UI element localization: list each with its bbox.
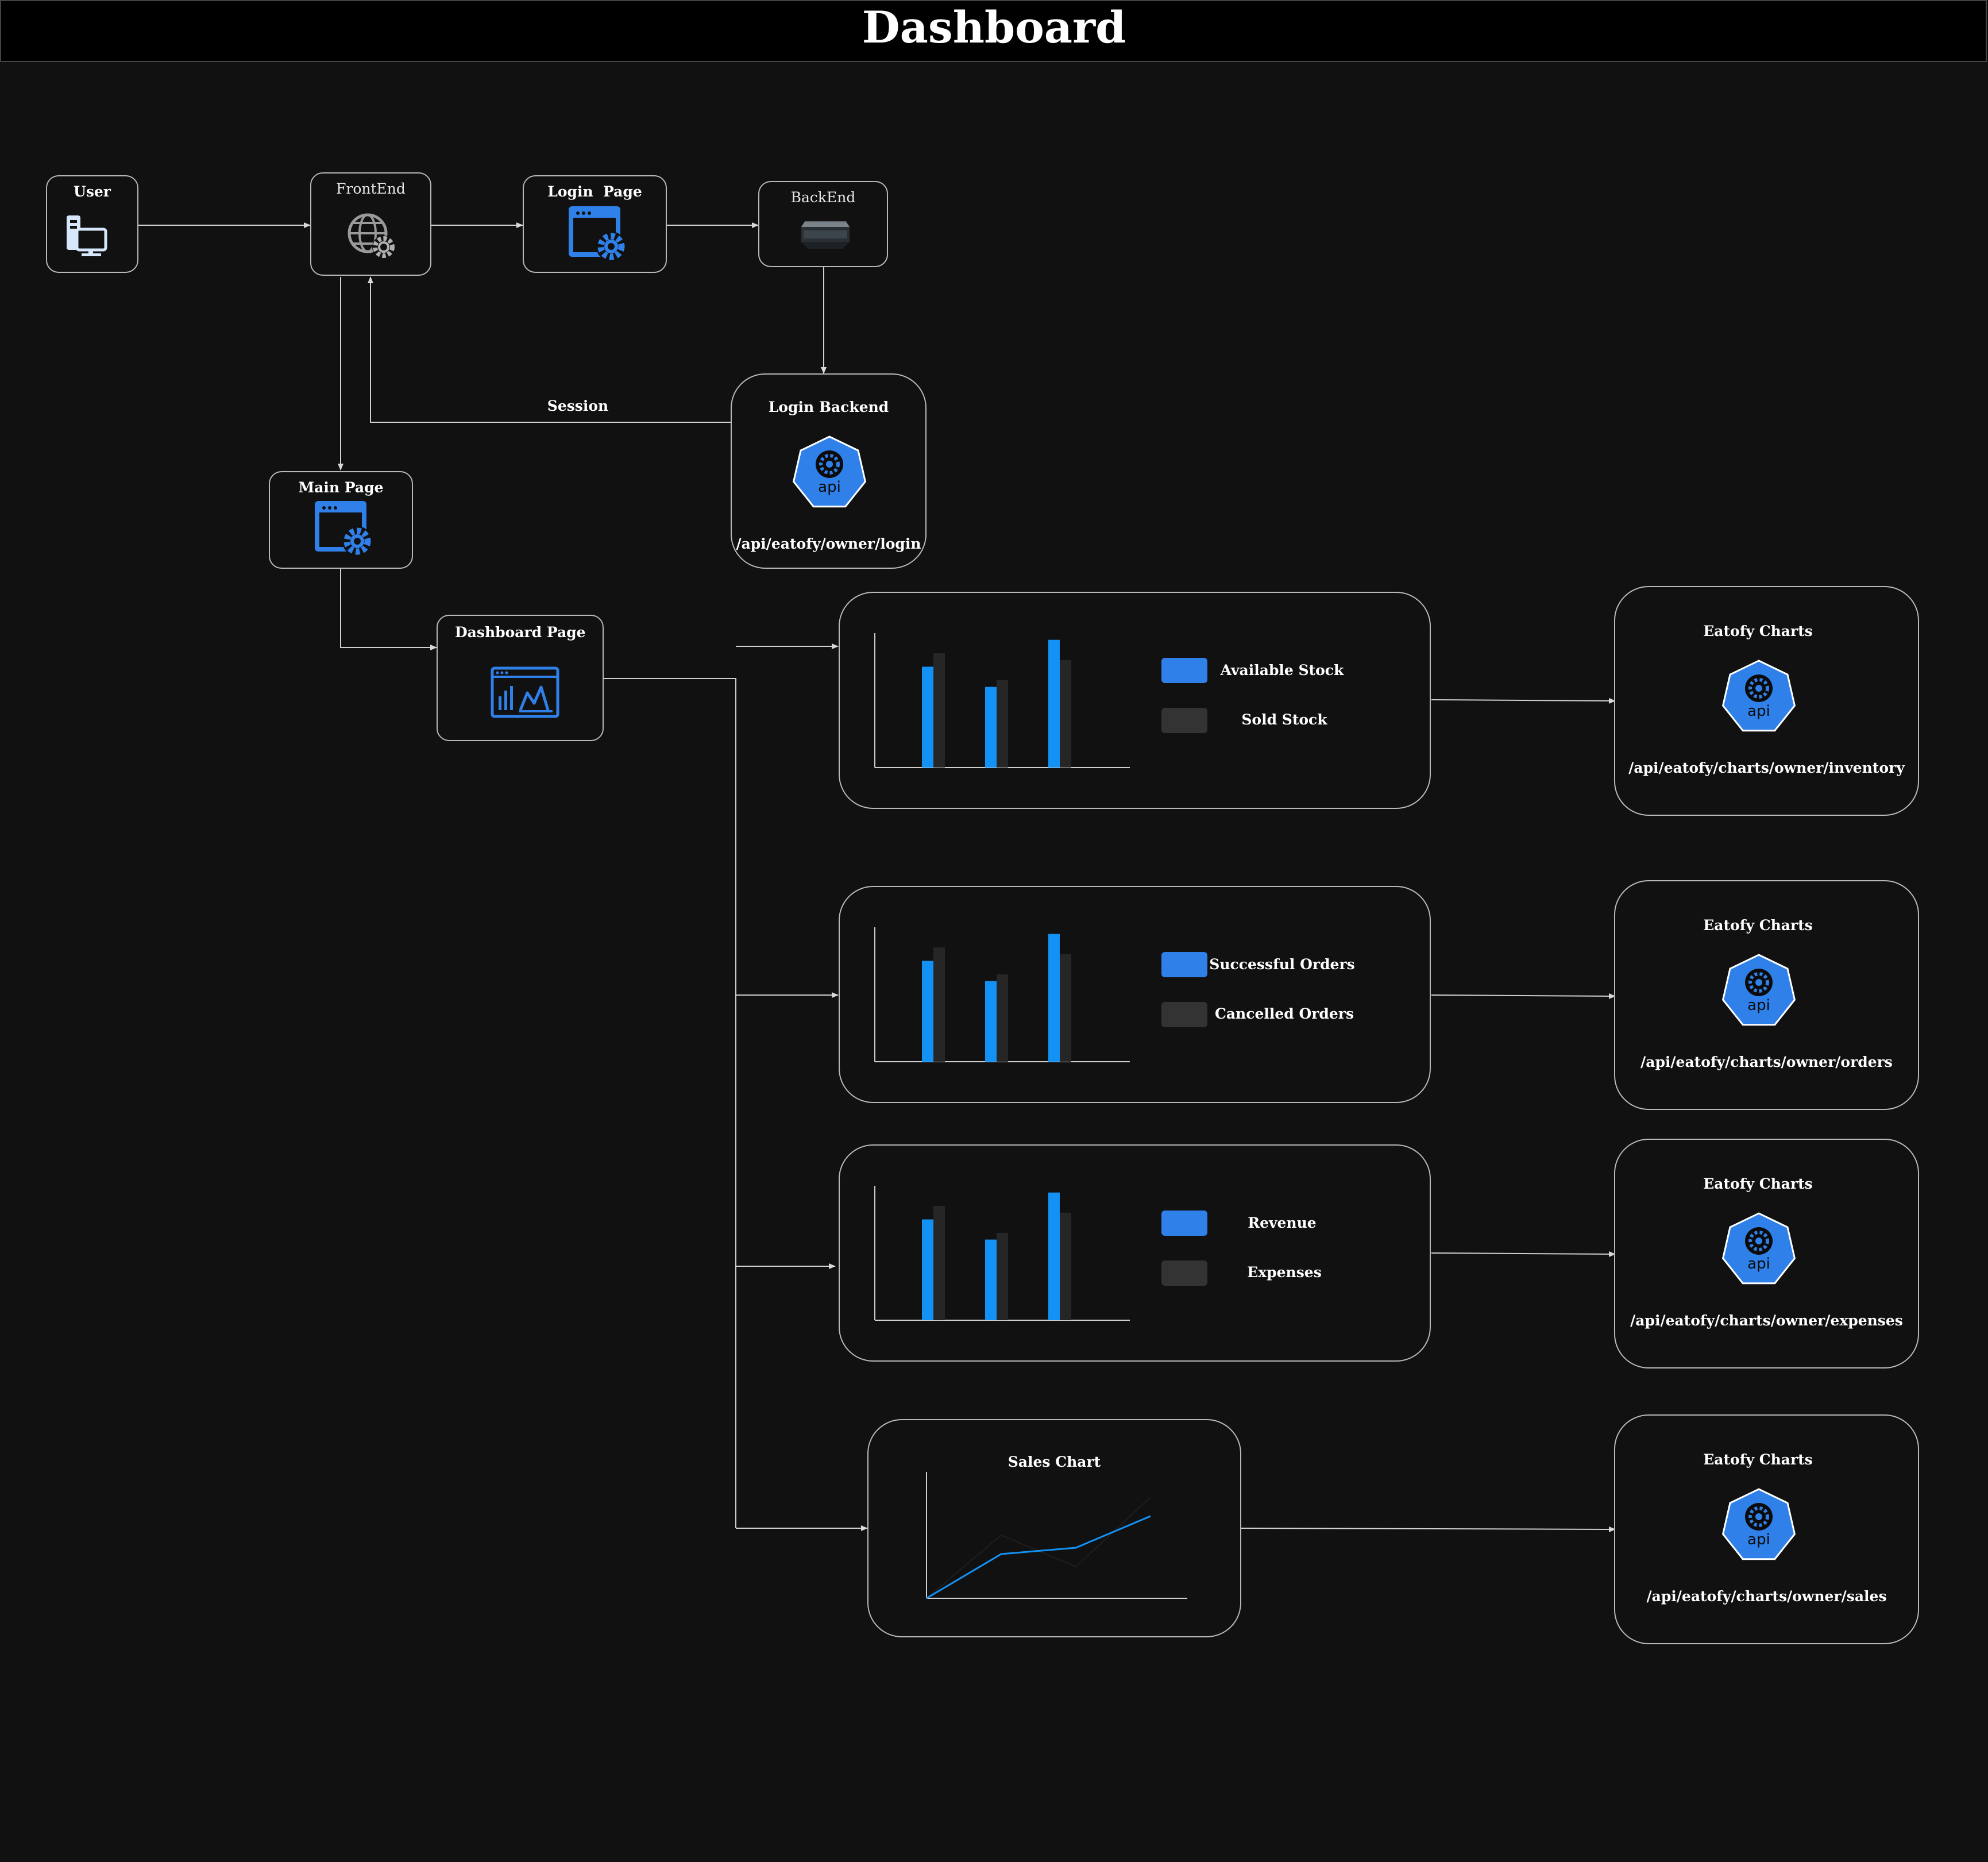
main-page-node[interactable]: Main Page <box>269 471 413 569</box>
legend-swatch-cancelled-orders <box>1161 1002 1207 1027</box>
bar-secondary-2 <box>1060 954 1071 1062</box>
api-node-expenses[interactable]: Eatofy Charts api /api/eatofy/charts/own… <box>1614 1139 1919 1368</box>
edge-label-session: Session <box>547 398 609 414</box>
legend-swatch-successful-orders <box>1161 952 1207 977</box>
expenses-bar-chart <box>874 1186 1130 1321</box>
legend-swatch-revenue <box>1161 1211 1207 1236</box>
main-page-label: Main Page <box>298 479 384 496</box>
api-icon-text: api <box>1747 997 1770 1014</box>
bar-secondary-2 <box>1060 660 1071 768</box>
diagram-canvas: Dashboard Session User FrontEnd Login Pa… <box>0 0 1988 1862</box>
api-gear-hub <box>1755 979 1762 986</box>
legend-swatch-sold-stock <box>1161 708 1207 733</box>
api-icon-text: api <box>1747 703 1770 720</box>
bar-primary-0 <box>922 961 933 1062</box>
bar-secondary-1 <box>997 1232 1008 1320</box>
inventory-bar-chart <box>874 633 1130 768</box>
globe-gear-icon <box>348 213 395 259</box>
api-icon: api <box>1721 954 1796 1026</box>
legend-swatch-expenses <box>1161 1260 1207 1286</box>
api-icon-text: api <box>818 479 841 496</box>
edge-chart2-api <box>1431 993 1616 999</box>
api-label-expenses: Eatofy Charts <box>1703 1175 1813 1192</box>
dashboard-page-label: Dashboard Page <box>455 624 586 641</box>
api-endpoint-inventory: /api/eatofy/charts/owner/inventory <box>1628 760 1905 776</box>
user-label: User <box>74 183 111 200</box>
bar-secondary-1 <box>997 680 1008 768</box>
window-gear-icon <box>569 206 626 261</box>
login-backend-node[interactable]: Login Backend api /api/eatofy/owner/logi… <box>731 373 927 569</box>
bar-primary-1 <box>985 1239 997 1320</box>
bar-primary-1 <box>985 981 997 1062</box>
api-gear-hub <box>1755 685 1762 692</box>
chart-panel-inventory[interactable]: Available Stock Sold Stock <box>839 592 1431 809</box>
api-endpoint-orders: /api/eatofy/charts/owner/orders <box>1640 1054 1893 1070</box>
bar-primary-2 <box>1048 934 1060 1062</box>
api-node-sales[interactable]: Eatofy Charts api /api/eatofy/charts/own… <box>1614 1414 1919 1644</box>
login-endpoint: /api/eatofy/owner/login <box>736 535 921 552</box>
backend-label: BackEnd <box>790 189 856 206</box>
chart-panel-expenses[interactable]: Revenue Expenses <box>839 1144 1431 1362</box>
backend-node[interactable]: BackEnd <box>758 181 888 267</box>
bar-primary-0 <box>922 666 933 768</box>
sales-line-chart <box>926 1472 1187 1599</box>
bar-secondary-1 <box>997 974 1008 1062</box>
login-backend-label: Login Backend <box>768 399 889 415</box>
window-gear-icon <box>315 501 372 556</box>
legend-label-successful-orders: Successful Orders <box>1209 956 1355 973</box>
api-node-orders[interactable]: Eatofy Charts api /api/eatofy/charts/own… <box>1614 880 1919 1110</box>
edge-chart3-api <box>1431 1251 1616 1257</box>
user-node[interactable]: User <box>46 175 138 273</box>
bar-secondary-2 <box>1060 1212 1071 1320</box>
login-page-node[interactable]: Login Page <box>523 175 667 273</box>
api-icon: api <box>1721 1212 1796 1285</box>
edge-sales-api <box>1240 1526 1616 1532</box>
line-series-1 <box>926 1497 1151 1599</box>
legend-label-sold-stock: Sold Stock <box>1241 711 1327 728</box>
api-gear-hub <box>1755 1238 1762 1244</box>
legend-label-available-stock: Available Stock <box>1220 662 1344 679</box>
bar-primary-2 <box>1048 639 1060 768</box>
legend-label-expenses: Expenses <box>1247 1264 1322 1281</box>
chart-panel-orders[interactable]: Successful Orders Cancelled Orders <box>839 886 1431 1103</box>
api-gear-hub <box>1755 1513 1762 1520</box>
legend-swatch-available-stock <box>1161 658 1207 683</box>
bar-primary-1 <box>985 687 997 768</box>
computer-user-icon <box>67 215 107 256</box>
edge-mainpage-dashboard <box>340 569 437 650</box>
legend-label-cancelled-orders: Cancelled Orders <box>1214 1005 1354 1022</box>
bar-primary-2 <box>1048 1192 1060 1320</box>
bar-secondary-0 <box>933 1206 945 1320</box>
api-icon-text: api <box>1747 1531 1770 1548</box>
api-endpoint-sales: /api/eatofy/charts/owner/sales <box>1646 1588 1887 1605</box>
login-page-label: Login Page <box>547 183 642 200</box>
api-label-inventory: Eatofy Charts <box>1703 623 1813 639</box>
bar-secondary-0 <box>933 947 945 1062</box>
api-node-inventory[interactable]: Eatofy Charts api /api/eatofy/charts/own… <box>1614 586 1919 816</box>
api-icon: api <box>1721 660 1796 732</box>
api-label-sales: Eatofy Charts <box>1703 1451 1813 1468</box>
sales-chart-panel[interactable]: Sales Chart <box>867 1419 1241 1637</box>
frontend-label: FrontEnd <box>336 180 406 197</box>
api-icon: api <box>792 435 867 508</box>
api-endpoint-expenses: /api/eatofy/charts/owner/expenses <box>1630 1312 1903 1329</box>
server-icon <box>801 221 850 249</box>
legend-label-revenue: Revenue <box>1248 1215 1317 1231</box>
api-icon-text: api <box>1747 1255 1770 1273</box>
api-icon: api <box>1721 1488 1796 1560</box>
edge-chart1-api <box>1431 697 1616 704</box>
api-label-orders: Eatofy Charts <box>1703 917 1813 934</box>
api-gear-hub <box>826 461 833 468</box>
dashboard-page-node[interactable]: Dashboard Page <box>437 615 604 741</box>
dashboard-chart-icon <box>491 666 559 718</box>
edge-dashboard-trunk <box>603 678 736 1528</box>
bar-secondary-0 <box>933 653 945 768</box>
frontend-node[interactable]: FrontEnd <box>310 172 431 276</box>
orders-bar-chart <box>874 927 1130 1062</box>
bar-primary-0 <box>922 1219 933 1320</box>
